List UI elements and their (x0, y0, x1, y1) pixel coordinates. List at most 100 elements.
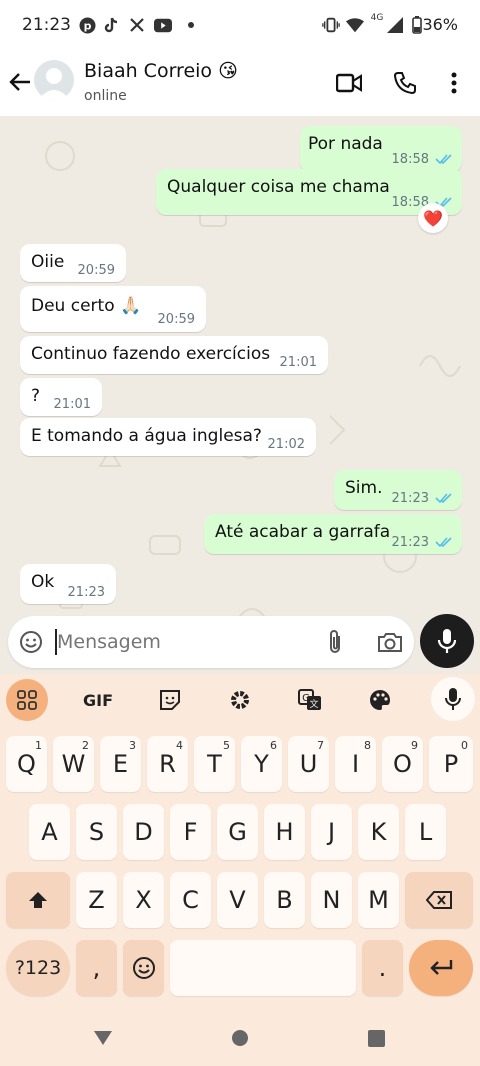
wifi-icon (346, 16, 364, 34)
key-p[interactable]: P0 (429, 736, 473, 792)
vibrate-icon (322, 16, 340, 34)
settings-gear-icon[interactable] (218, 678, 262, 722)
battery-percentage: 36% (422, 15, 458, 34)
key-e[interactable]: E3 (100, 736, 141, 792)
message-composer[interactable] (8, 616, 414, 668)
nav-home-icon[interactable] (225, 1016, 255, 1060)
message-text: Qualquer coisa me chama (167, 177, 390, 197)
cell-signal-icon (386, 16, 404, 34)
key-w[interactable]: W2 (53, 736, 94, 792)
sticker-icon[interactable] (148, 678, 192, 722)
key-s[interactable]: S (76, 804, 117, 860)
key-y[interactable]: Y6 (241, 736, 282, 792)
translate-icon[interactable]: G文 (288, 678, 332, 722)
network-type: 4G (370, 13, 384, 23)
pinterest-icon: p (78, 16, 96, 34)
message-bubble-incoming[interactable]: E tomando a água inglesa? 21:02 (20, 418, 316, 456)
message-bubble-incoming[interactable]: Continuo fazendo exercícios 21:01 (20, 336, 328, 374)
key-z[interactable]: Z (76, 872, 117, 928)
message-time: 21:23 (391, 535, 429, 550)
shift-key[interactable] (6, 872, 70, 928)
key-a[interactable]: A (29, 804, 70, 860)
message-bubble-incoming[interactable]: ? 21:01 (20, 378, 102, 416)
message-time: 18:58 (391, 152, 429, 167)
nav-back-icon[interactable] (88, 1016, 118, 1060)
key-n[interactable]: N (311, 872, 352, 928)
message-reaction[interactable]: ❤️ (418, 203, 448, 233)
message-bubble-outgoing[interactable]: Até acabar a garrafa 21:23 (204, 514, 462, 554)
message-time: 21:01 (53, 397, 91, 412)
enter-arrow-icon (430, 960, 453, 975)
comma-key[interactable]: , (76, 940, 117, 996)
message-text: E tomando a água inglesa? (31, 426, 262, 446)
period-key[interactable]: . (362, 940, 403, 996)
backspace-key[interactable] (405, 872, 473, 928)
contact-name[interactable]: Biaah Correio 😘 (84, 60, 238, 82)
more-options-icon[interactable] (444, 70, 464, 96)
key-k[interactable]: K (358, 804, 399, 860)
message-bubble-incoming[interactable]: Deu certo 🙏🏻 20:59 (20, 286, 206, 332)
key-c[interactable]: C (170, 872, 211, 928)
message-time: 21:01 (279, 355, 317, 370)
chat-area[interactable]: Por nada 18:58 Qualquer coisa me chama 1… (0, 116, 480, 674)
key-x[interactable]: X (123, 872, 164, 928)
message-time: 21:23 (391, 491, 429, 506)
key-q[interactable]: Q1 (6, 736, 47, 792)
message-time: 21:02 (267, 437, 305, 452)
message-bubble-outgoing[interactable]: Qualquer coisa me chama 18:58 (156, 169, 462, 215)
message-input[interactable] (57, 624, 307, 660)
contact-status: online (84, 88, 127, 104)
back-arrow-icon[interactable] (6, 68, 34, 96)
symbols-key[interactable]: ?123 (6, 940, 70, 996)
space-bar[interactable] (170, 940, 356, 996)
phone-call-icon[interactable] (392, 70, 418, 96)
enter-key[interactable] (409, 940, 473, 996)
video-call-icon[interactable] (336, 70, 362, 96)
message-bubble-outgoing[interactable]: Por nada 18:58 (300, 126, 462, 172)
nav-recents-icon[interactable] (361, 1016, 391, 1060)
avatar[interactable] (34, 60, 74, 100)
key-i[interactable]: I8 (335, 736, 376, 792)
message-bubble-incoming[interactable]: Ok 21:23 (20, 564, 116, 604)
on-screen-keyboard: GIF G文 Q1 W2 E3 R4 T5 Y6 U7 I8 O9 P0 A S… (0, 674, 480, 1066)
key-l[interactable]: L (405, 804, 446, 860)
message-text: ? (31, 386, 41, 406)
key-b[interactable]: B (264, 872, 305, 928)
reaction-heart: ❤️ (423, 208, 443, 228)
keyboard-voice-input-icon[interactable] (431, 677, 475, 721)
more-notifications-dot-icon (182, 16, 200, 34)
camera-icon[interactable] (376, 629, 404, 655)
key-f[interactable]: F (170, 804, 211, 860)
key-g[interactable]: G (217, 804, 258, 860)
status-bar: 21:23 p 4G 36% (0, 0, 480, 50)
theme-palette-icon[interactable] (358, 678, 402, 722)
message-time: 20:59 (157, 312, 195, 327)
emoji-icon[interactable] (18, 629, 44, 655)
message-bubble-outgoing[interactable]: Sim. 21:23 (334, 470, 462, 510)
message-text: Deu certo 🙏🏻 (31, 296, 142, 316)
key-v[interactable]: V (217, 872, 258, 928)
message-time: 20:59 (77, 263, 115, 278)
keyboard-apps-grid-icon[interactable] (6, 679, 48, 721)
read-ticks-icon (435, 537, 452, 548)
read-ticks-icon (435, 154, 452, 165)
shift-arrow-icon (29, 892, 47, 908)
key-d[interactable]: D (123, 804, 164, 860)
attach-paperclip-icon[interactable] (322, 629, 348, 655)
key-t[interactable]: T5 (194, 736, 235, 792)
message-time: 21:23 (67, 585, 105, 600)
voice-message-button[interactable] (420, 614, 474, 668)
read-ticks-icon (435, 493, 452, 504)
emoji-key[interactable] (123, 940, 164, 996)
youtube-icon (154, 16, 172, 34)
key-j[interactable]: J (311, 804, 352, 860)
key-u[interactable]: U7 (288, 736, 329, 792)
key-m[interactable]: M (358, 872, 399, 928)
key-o[interactable]: O9 (382, 736, 423, 792)
tiktok-icon (102, 16, 120, 34)
gif-button[interactable]: GIF (76, 678, 120, 722)
message-text: Por nada (308, 134, 383, 154)
message-bubble-incoming[interactable]: Oiie 20:59 (20, 244, 126, 282)
key-r[interactable]: R4 (147, 736, 188, 792)
key-h[interactable]: H (264, 804, 305, 860)
